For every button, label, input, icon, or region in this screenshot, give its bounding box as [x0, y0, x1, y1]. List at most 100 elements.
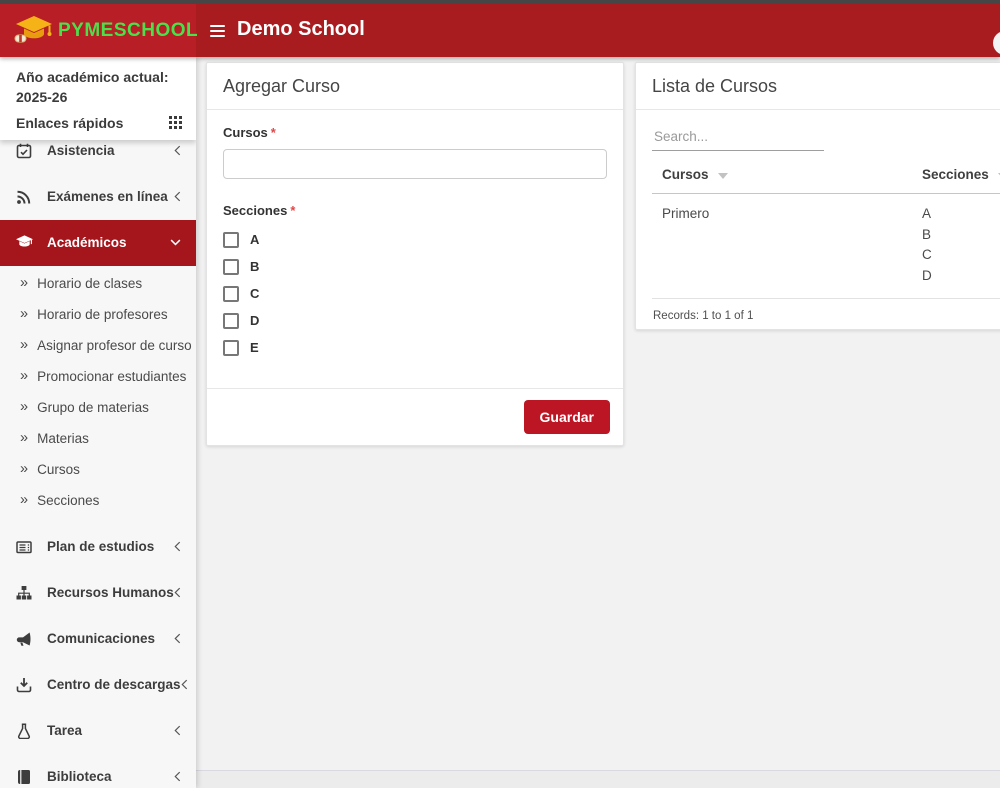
submenu-item-label: Horario de profesores — [37, 307, 168, 322]
sidebar: Año académico actual: 2025-26 Enlaces rá… — [0, 57, 196, 788]
add-course-title: Agregar Curso — [207, 63, 623, 110]
sidebar-item-tarea[interactable]: Tarea — [0, 708, 196, 754]
double-angle-icon: » — [20, 461, 28, 477]
double-angle-icon: » — [20, 306, 28, 322]
sidebar-item-label: Asistencia — [47, 143, 174, 158]
section-option-label: B — [250, 259, 259, 274]
submenu-item-horario-de-clases[interactable]: » Horario de clases — [0, 268, 196, 299]
cell-curso: Primero — [662, 204, 922, 286]
double-angle-icon: » — [20, 430, 28, 446]
sidebar-item-recursos-humanos[interactable]: Recursos Humanos — [0, 570, 196, 616]
logo-area[interactable]: PYMESCHOOL — [0, 4, 196, 57]
submenu-item-label: Materias — [37, 431, 89, 446]
sidebar-item-label: Centro de descargas — [47, 677, 181, 692]
column-header-cursos[interactable]: Cursos — [662, 167, 922, 182]
sidebar-item-biblioteca[interactable]: Biblioteca — [0, 754, 196, 788]
logo-text: PYMESCHOOL — [58, 20, 198, 42]
double-angle-icon: » — [20, 275, 28, 291]
submenu-item-materias[interactable]: » Materias — [0, 423, 196, 454]
sidebar-item-label: Biblioteca — [47, 769, 174, 784]
search-input[interactable] — [652, 123, 824, 151]
section-option-label: E — [250, 340, 259, 355]
academic-year-label: Año académico actual: — [16, 67, 182, 87]
signal-rss-icon — [16, 188, 33, 205]
submenu-item-cursos[interactable]: » Cursos — [0, 454, 196, 485]
records-count: Records: 1 to 1 of 1 — [652, 310, 1000, 322]
quick-links-panel: Año académico actual: 2025-26 Enlaces rá… — [0, 57, 196, 140]
save-button[interactable]: Guardar — [524, 400, 610, 434]
sidebar-item-label: Comunicaciones — [47, 631, 174, 646]
course-table: Cursos Secciones Primero A B C D — [652, 167, 1000, 299]
submenu-item-horario-de-profesores[interactable]: » Horario de profesores — [0, 299, 196, 330]
course-name-input[interactable] — [223, 149, 607, 179]
app-header: PYMESCHOOL Demo School — [0, 4, 1000, 57]
main-content: Agregar Curso Cursos* Secciones* A B — [196, 57, 1000, 788]
top-strip — [0, 0, 1000, 4]
double-angle-icon: » — [20, 492, 28, 508]
sidebar-item-label: Recursos Humanos — [47, 585, 174, 600]
sidebar-item-centro-de-descargas[interactable]: Centro de descargas — [0, 662, 196, 708]
sitemap-icon — [16, 584, 33, 601]
checkbox-icon[interactable] — [223, 286, 239, 302]
sidebar-item-academicos[interactable]: Académicos — [0, 220, 196, 266]
submenu-item-label: Asignar profesor de curso — [37, 338, 192, 353]
hamburger-menu-icon[interactable] — [210, 22, 225, 40]
double-angle-icon: » — [20, 368, 28, 384]
course-list-title: Lista de Cursos — [636, 63, 1000, 110]
checkbox-icon[interactable] — [223, 313, 239, 329]
course-list-card: Lista de Cursos Cursos Secciones Primero — [635, 62, 1000, 330]
book-icon — [16, 768, 33, 785]
submenu-item-label: Horario de clases — [37, 276, 142, 291]
academicos-submenu: » Horario de clases » Horario de profeso… — [0, 266, 196, 524]
user-avatar[interactable] — [993, 31, 1000, 55]
academic-year-value: 2025-26 — [16, 87, 182, 107]
graduation-cap-icon — [16, 234, 33, 251]
column-header-secciones[interactable]: Secciones — [922, 167, 1000, 182]
submenu-item-promocionar-estudiantes[interactable]: » Promocionar estudiantes — [0, 361, 196, 392]
bullhorn-icon — [16, 630, 33, 647]
download-icon — [16, 676, 33, 693]
sidebar-item-plan-de-estudios[interactable]: Plan de estudios — [0, 524, 196, 570]
submenu-item-grupo-de-materias[interactable]: » Grupo de materias — [0, 392, 196, 423]
sidebar-menu: Asistencia Exámenes en línea Académicos — [0, 128, 196, 788]
graduation-cap-logo-icon — [14, 13, 54, 49]
chevron-left-icon — [181, 679, 188, 690]
checkbox-icon[interactable] — [223, 340, 239, 356]
submenu-item-secciones[interactable]: » Secciones — [0, 485, 196, 516]
chevron-left-icon — [174, 771, 181, 782]
footer-strip — [196, 770, 1000, 788]
submenu-item-label: Promocionar estudiantes — [37, 369, 186, 384]
sidebar-item-label: Plan de estudios — [47, 539, 174, 554]
section-option-a[interactable]: A — [223, 226, 607, 253]
submenu-item-asignar-profesor[interactable]: » Asignar profesor de curso — [0, 330, 196, 361]
checkbox-icon[interactable] — [223, 232, 239, 248]
required-asterisk: * — [290, 203, 295, 218]
flask-icon — [16, 722, 33, 739]
add-course-card: Agregar Curso Cursos* Secciones* A B — [206, 62, 624, 446]
required-asterisk: * — [271, 125, 276, 140]
newspaper-icon — [16, 538, 33, 555]
chevron-left-icon — [174, 725, 181, 736]
submenu-item-label: Grupo de materias — [37, 400, 149, 415]
chevron-left-icon — [174, 145, 181, 156]
section-option-d[interactable]: D — [223, 307, 607, 334]
grid-icon[interactable] — [169, 116, 182, 129]
double-angle-icon: » — [20, 337, 28, 353]
section-option-c[interactable]: C — [223, 280, 607, 307]
sidebar-item-label: Exámenes en línea — [47, 189, 174, 204]
section-option-label: D — [250, 313, 259, 328]
checkbox-icon[interactable] — [223, 259, 239, 275]
section-option-e[interactable]: E — [223, 334, 607, 361]
submenu-item-label: Secciones — [37, 493, 99, 508]
chevron-left-icon — [174, 191, 181, 202]
quick-links-label: Enlaces rápidos — [16, 115, 123, 131]
sidebar-item-examenes[interactable]: Exámenes en línea — [0, 174, 196, 220]
sidebar-item-label: Académicos — [47, 235, 170, 250]
section-option-b[interactable]: B — [223, 253, 607, 280]
table-row: Primero A B C D — [652, 194, 1000, 299]
sections-field-label: Secciones* — [223, 203, 607, 218]
chevron-down-icon — [170, 239, 181, 246]
sidebar-item-label: Tarea — [47, 723, 174, 738]
sidebar-item-comunicaciones[interactable]: Comunicaciones — [0, 616, 196, 662]
section-option-label: C — [250, 286, 259, 301]
